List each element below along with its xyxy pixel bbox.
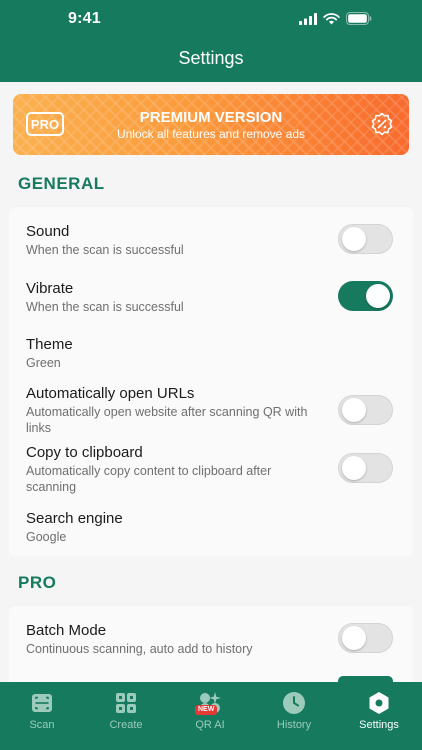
toggle-knob [342,398,366,422]
tab-label: Scan [29,719,55,731]
setting-subtitle: Green [26,356,61,370]
setting-subtitle: Automatically copy content to clipboard … [26,464,272,494]
discount-badge-icon [371,112,393,136]
create-icon [116,693,136,713]
settings-hexagon-icon [369,692,389,714]
setting-subtitle: Continuous scanning, auto add to history [26,642,253,656]
copy-to-clipboard-toggle[interactable] [338,453,393,483]
tab-label: QR AI [195,719,225,731]
status-icons [299,12,372,25]
battery-icon [346,12,372,25]
general-settings-card [9,207,413,556]
setting-subtitle: Automatically open website after scannin… [26,405,308,435]
bottom-tab-bar: Scan Create NEW QR AI History Settings [0,682,422,750]
batch-mode-toggle[interactable] [338,623,393,653]
setting-subtitle: Google [26,530,67,544]
sound-toggle[interactable] [338,224,393,254]
premium-banner[interactable]: PRO PREMIUM VERSION Unlock all features … [13,94,409,155]
setting-row-search-engine[interactable]: Search engine Google [26,510,406,545]
setting-title: Theme [26,336,73,353]
setting-subtitle: When the scan is successful [26,300,184,314]
tab-qr-ai[interactable]: NEW QR AI [168,682,252,750]
app-header: 9:41 Settings [0,0,422,82]
auto-open-urls-toggle[interactable] [338,395,393,425]
tab-history[interactable]: History [252,682,336,750]
section-title-general: GENERAL [18,174,105,193]
setting-subtitle: When the scan is successful [26,243,184,257]
section-title-pro: PRO [18,573,57,592]
wifi-icon [323,12,340,24]
tab-create[interactable]: Create [84,682,168,750]
tab-label: History [276,719,312,731]
toggle-knob [342,626,366,650]
setting-row-theme[interactable]: Theme Green [26,336,406,371]
toggle-knob [366,284,390,308]
vibrate-toggle[interactable] [338,281,393,311]
scan-icon [32,694,52,712]
tab-label: Create [109,719,143,731]
toggle-knob [342,227,366,251]
tab-settings[interactable]: Settings [337,682,421,750]
setting-title: Search engine [26,510,123,527]
tab-scan[interactable]: Scan [0,682,84,750]
status-time: 9:41 [68,10,101,27]
tab-label: Settings [359,719,399,731]
clock-icon [283,692,305,714]
premium-subtitle: Unlock all features and remove ads [116,127,306,141]
cellular-signal-icon [299,12,317,25]
premium-title: PREMIUM VERSION [139,109,283,126]
toggle-knob [342,456,366,480]
new-badge: NEW [195,705,218,715]
page-title: Settings [178,48,244,68]
